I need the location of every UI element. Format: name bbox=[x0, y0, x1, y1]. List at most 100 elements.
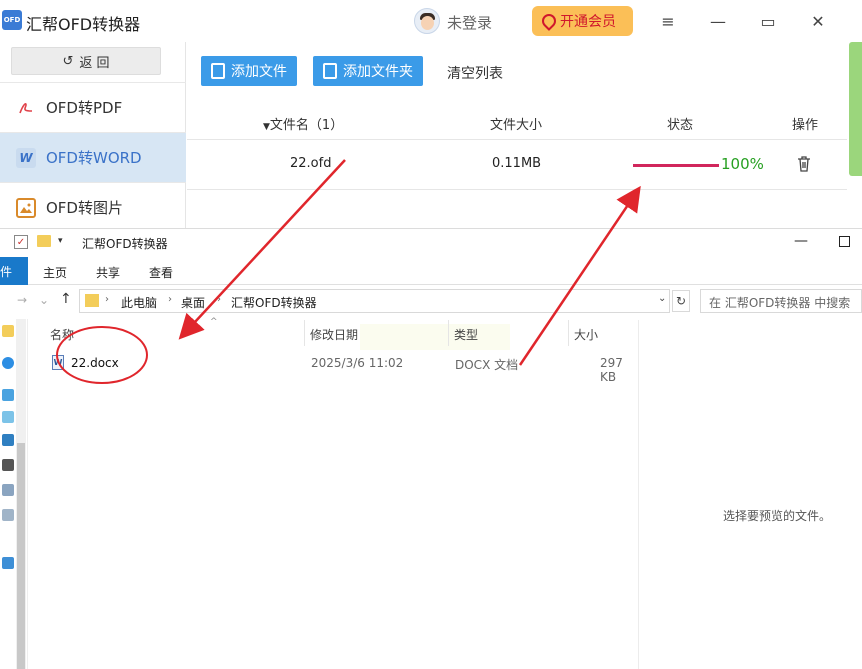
tab-share[interactable]: 共享 bbox=[96, 264, 120, 281]
recent-dropdown-icon[interactable]: ⌄ bbox=[39, 293, 49, 307]
column-header-size[interactable]: 大小 bbox=[574, 326, 598, 343]
sidebar-item-label: OFD转PDF bbox=[46, 99, 123, 117]
clear-list-button[interactable]: 清空列表 bbox=[447, 63, 503, 83]
add-file-button[interactable]: 添加文件 bbox=[201, 56, 297, 86]
minimize-button[interactable]: — bbox=[707, 10, 729, 32]
table-row[interactable]: 22.ofd 0.11MB 100% bbox=[187, 140, 847, 190]
ofd-converter-window: OFD 汇帮OFD转换器 未登录 开通会员 ≡ — ▭ ✕ ↺ 返 回 OFD转… bbox=[0, 0, 862, 228]
file-size-cell: 0.11MB bbox=[492, 156, 542, 171]
chevron-right-icon: › bbox=[105, 294, 109, 305]
explorer-minimize-button[interactable]: — bbox=[794, 233, 808, 249]
ribbon-tabs: 件 主页 共享 查看 bbox=[0, 257, 862, 285]
login-status[interactable]: 未登录 bbox=[447, 12, 492, 33]
properties-check-icon[interactable]: ✓ bbox=[14, 235, 28, 249]
progress-fill bbox=[633, 164, 719, 167]
column-header-action: 操作 bbox=[792, 118, 819, 133]
address-bar-row: → ⌄ ↑ › 此电脑 › 桌面 › 汇帮OFD转换器 ⌄ ↻ 在 汇帮OFD转… bbox=[0, 288, 862, 314]
pictures-icon[interactable] bbox=[2, 484, 14, 496]
back-button[interactable]: ↺ 返 回 bbox=[11, 47, 161, 75]
close-button[interactable]: ✕ bbox=[807, 10, 829, 32]
diamond-icon bbox=[539, 11, 559, 31]
column-header-date[interactable]: 修改日期 bbox=[310, 326, 358, 343]
menu-icon[interactable]: ≡ bbox=[657, 10, 679, 32]
sidebar-item-ofd-to-image[interactable]: OFD转图片 bbox=[0, 182, 186, 232]
breadcrumb-folder[interactable]: 汇帮OFD转换器 bbox=[231, 294, 317, 311]
nav-scrollbar-thumb[interactable] bbox=[17, 443, 25, 669]
word-icon: W bbox=[16, 147, 36, 168]
column-header-name[interactable]: 名称 bbox=[50, 326, 74, 343]
videos-icon[interactable] bbox=[2, 459, 14, 471]
breadcrumb-desktop[interactable]: 桌面 bbox=[181, 294, 205, 311]
file-name: 22.docx bbox=[71, 356, 119, 370]
vip-label: 开通会员 bbox=[560, 14, 616, 30]
onedrive-icon[interactable] bbox=[2, 357, 14, 369]
file-explorer-window: ✓ ▾ 汇帮OFD转换器 — 件 主页 共享 查看 → ⌄ ↑ › 此电脑 › … bbox=[0, 228, 862, 669]
list-item[interactable]: W 22.docx 2025/3/6 11:02 DOCX 文档 297 KB bbox=[40, 352, 640, 384]
column-header-filename[interactable]: ▼文件名（1） bbox=[263, 114, 343, 133]
new-folder-icon[interactable] bbox=[37, 235, 51, 247]
preview-pane-text: 选择要预览的文件。 bbox=[723, 509, 832, 523]
app-titlebar: OFD 汇帮OFD转换器 未登录 开通会员 ≡ — ▭ ✕ bbox=[0, 0, 862, 42]
breadcrumb-this-pc[interactable]: 此电脑 bbox=[121, 294, 157, 311]
chevron-right-icon: › bbox=[168, 294, 172, 305]
navigation-pane bbox=[0, 319, 28, 669]
column-divider[interactable] bbox=[568, 320, 569, 346]
caret-down-icon: ▼ bbox=[263, 122, 270, 132]
image-icon bbox=[16, 197, 36, 218]
3d-objects-icon[interactable] bbox=[2, 411, 14, 423]
folder-icon bbox=[85, 294, 99, 307]
this-pc-icon[interactable] bbox=[2, 389, 14, 401]
column-header-type[interactable]: 类型 bbox=[454, 326, 478, 343]
file-date: 2025/3/6 11:02 bbox=[311, 356, 404, 370]
sidebar-item-ofd-to-pdf[interactable]: OFD转PDF bbox=[0, 82, 186, 132]
progress-percent: 100% bbox=[721, 155, 764, 173]
add-folder-button[interactable]: 添加文件夹 bbox=[313, 56, 423, 86]
explorer-maximize-button[interactable] bbox=[839, 236, 850, 247]
tab-file[interactable]: 件 bbox=[0, 257, 28, 285]
pdf-icon bbox=[16, 98, 36, 118]
desktop-icon[interactable] bbox=[2, 557, 14, 569]
address-bar[interactable]: › 此电脑 › 桌面 › 汇帮OFD转换器 ⌄ bbox=[79, 289, 670, 313]
folder-icon[interactable] bbox=[2, 325, 14, 337]
chevron-right-icon: › bbox=[217, 294, 221, 305]
up-arrow-icon[interactable]: ↑ bbox=[60, 291, 72, 307]
column-header-label: 文件名（1） bbox=[269, 118, 344, 133]
app-logo-icon: OFD bbox=[2, 10, 22, 30]
file-size: 297 KB bbox=[600, 356, 623, 384]
maximize-button[interactable]: ▭ bbox=[757, 10, 779, 32]
file-type: DOCX 文档 bbox=[455, 358, 519, 372]
folder-plus-icon bbox=[323, 63, 337, 79]
column-divider[interactable] bbox=[448, 320, 449, 346]
quick-access-dropdown-icon[interactable]: ▾ bbox=[58, 236, 63, 246]
side-panel-tab[interactable] bbox=[849, 42, 862, 176]
address-dropdown-icon[interactable]: ⌄ bbox=[658, 293, 666, 304]
refresh-icon[interactable]: ↻ bbox=[672, 290, 690, 312]
search-input[interactable]: 在 汇帮OFD转换器 中搜索 bbox=[700, 289, 862, 313]
column-header-status: 状态 bbox=[667, 118, 694, 133]
nav-scrollbar[interactable] bbox=[16, 319, 26, 669]
sidebar-item-label: OFD转WORD bbox=[46, 149, 142, 167]
app-title: 汇帮OFD转换器 bbox=[26, 15, 141, 34]
preview-divider bbox=[638, 320, 639, 669]
vip-button[interactable]: 开通会员 bbox=[532, 6, 633, 36]
sort-caret-icon: ^ bbox=[210, 317, 218, 327]
trash-icon[interactable] bbox=[797, 156, 811, 172]
user-avatar-icon[interactable] bbox=[414, 8, 440, 34]
table-header: ▼文件名（1） 文件大小 状态 操作 bbox=[187, 106, 847, 140]
file-icon bbox=[211, 63, 225, 79]
tab-home[interactable]: 主页 bbox=[43, 264, 67, 281]
sidebar-item-label: OFD转图片 bbox=[46, 199, 123, 217]
tab-view[interactable]: 查看 bbox=[149, 264, 173, 281]
explorer-titlebar: ✓ ▾ 汇帮OFD转换器 — bbox=[0, 229, 862, 257]
file-list-header: ^ 名称 修改日期 类型 大小 bbox=[40, 317, 640, 346]
back-arrow-icon[interactable]: → bbox=[17, 293, 27, 307]
sidebar-item-ofd-to-word[interactable]: W OFD转WORD bbox=[0, 132, 186, 182]
downloads-icon[interactable] bbox=[2, 434, 14, 446]
progress-bar bbox=[633, 164, 719, 167]
main-panel: 添加文件 添加文件夹 清空列表 ▼文件名（1） 文件大小 状态 操作 22.of… bbox=[187, 42, 847, 228]
back-label: 返 回 bbox=[79, 55, 110, 71]
documents-icon[interactable] bbox=[2, 509, 14, 521]
add-folder-label: 添加文件夹 bbox=[343, 64, 413, 80]
add-file-label: 添加文件 bbox=[231, 64, 287, 80]
column-divider[interactable] bbox=[304, 320, 305, 346]
